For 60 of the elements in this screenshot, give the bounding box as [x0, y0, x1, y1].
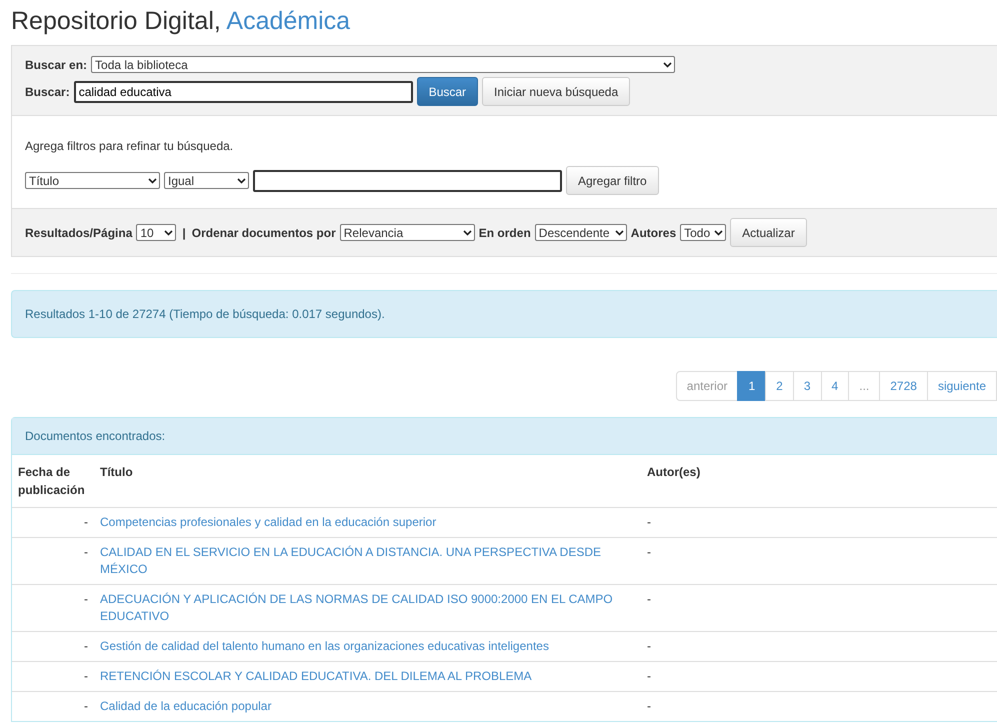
pagination-link[interactable]: 3	[792, 371, 822, 401]
column-header: Fecha de publicación	[12, 455, 94, 508]
chevron-down-icon	[663, 62, 672, 68]
per-page-dropdown[interactable]: 10	[136, 224, 176, 241]
filter-value-field[interactable]	[253, 170, 562, 192]
document-link[interactable]: ADECUACIÓN Y APLICACIÓN DE LAS NORMAS DE CALIDAD ISO 9000:2000 EN EL CAMPO EDUCATIVO	[100, 591, 635, 625]
field-label: Autores	[630, 226, 676, 240]
pagination-link[interactable]: 2728	[879, 371, 928, 401]
table-cell: -	[12, 508, 94, 538]
pagination-link[interactable]: 2	[765, 371, 794, 401]
table-cell: -	[641, 662, 997, 692]
authors-dropdown[interactable]: Todo	[680, 224, 726, 241]
pagination-link[interactable]: ...	[848, 371, 880, 401]
sort-dropdown[interactable]: Relevancia	[340, 224, 475, 241]
pagination-link[interactable]: 4	[820, 371, 850, 401]
filter-hint: Agrega filtros para refinar tu búsqueda.	[25, 139, 234, 153]
panel-heading: Documentos encontrados:	[12, 418, 997, 455]
table-cell: -	[12, 692, 94, 721]
separator: |	[182, 226, 186, 240]
new-search-button[interactable]: Iniciar nueva búsqueda	[482, 77, 630, 106]
scope-dropdown[interactable]: Toda la biblioteca	[91, 56, 676, 73]
add-filter-button[interactable]: Agregar filtro	[566, 166, 659, 195]
update-button[interactable]: Actualizar	[730, 218, 807, 247]
search-field[interactable]: calidad educativa	[74, 80, 413, 102]
document-link[interactable]: Gestión de calidad del talento humano en las organizaciones educativas inteligentes	[100, 638, 635, 655]
field-label: Ordenar documentos por	[192, 226, 336, 240]
field-label: Buscar:	[25, 84, 70, 98]
chevron-down-icon	[237, 178, 246, 184]
field-label: En orden	[478, 226, 531, 240]
page-title: Repositorio Digital, Académica	[11, 7, 352, 36]
order-dropdown[interactable]: Descendente	[534, 224, 627, 241]
chevron-down-icon	[148, 178, 157, 184]
table-cell: -	[12, 632, 94, 662]
table-cell: -	[641, 584, 997, 632]
field-label: Resultados/Página	[25, 226, 132, 240]
pagination-link[interactable]: anterior	[676, 371, 738, 401]
table-cell: -	[12, 584, 94, 632]
chevron-down-icon	[714, 230, 724, 236]
column-header: Título	[94, 455, 641, 508]
table-cell: -	[641, 508, 997, 538]
document-link[interactable]: Competencias profesionales y calidad en la educación superior	[100, 514, 635, 531]
table-cell: -	[641, 692, 997, 721]
chevron-down-icon	[462, 230, 472, 236]
field-label: Buscar en:	[25, 58, 88, 72]
chevron-down-icon	[164, 230, 174, 236]
pagination-link[interactable]: siguiente	[926, 371, 997, 401]
results-info: Resultados 1-10 de 27274 (Tiempo de búsqueda: 0.017 segundos).	[11, 290, 997, 338]
search-button[interactable]: Buscar	[416, 77, 478, 106]
column-header: Autor(es)	[641, 455, 997, 508]
pagination-link[interactable]: 1	[737, 371, 766, 401]
filter-operator-dropdown[interactable]: Igual	[164, 172, 249, 189]
document-link[interactable]: Calidad de la educación popular	[100, 698, 635, 715]
filter-field-dropdown[interactable]: Título	[25, 172, 160, 189]
table-cell: -	[641, 632, 997, 662]
document-link[interactable]: CALIDAD EN EL SERVICIO EN LA EDUCACIÓN A DISTANCIA. UNA PERSPECTIVA DESDE MÉXICO	[100, 544, 635, 578]
chevron-down-icon	[614, 230, 624, 236]
table-cell: -	[641, 538, 997, 584]
table-cell: -	[12, 662, 94, 692]
document-link[interactable]: RETENCIÓN ESCOLAR Y CALIDAD EDUCATIVA. DEL DILEMA AL PROBLEMA	[100, 668, 635, 685]
table-cell: -	[12, 538, 94, 584]
